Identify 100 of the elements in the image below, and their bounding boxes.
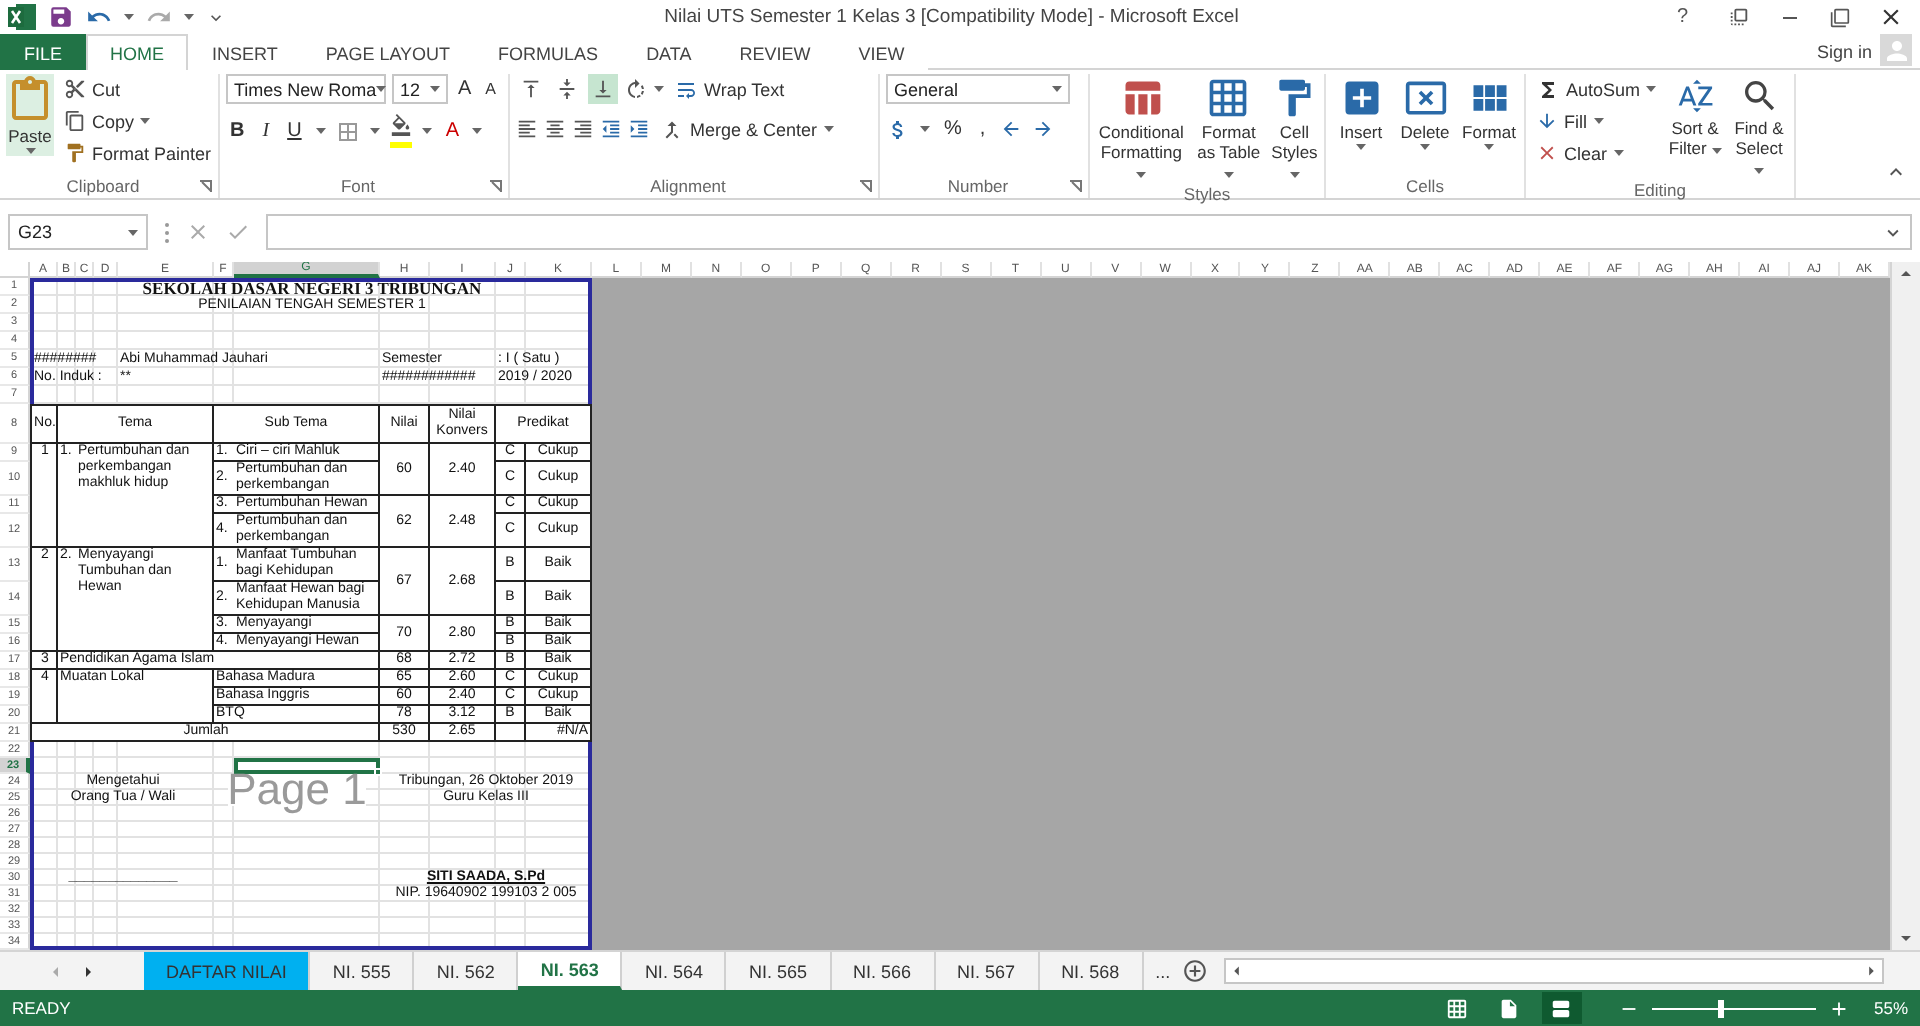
indent-increase-icon[interactable] <box>628 118 650 140</box>
group-label: Editing <box>1632 180 1688 200</box>
wrap-icon <box>674 77 698 101</box>
caret-icon <box>1711 148 1722 154</box>
cells-button[interactable]: Format <box>1460 74 1518 152</box>
number-format-dropdown[interactable]: General <box>886 74 1070 104</box>
search-icon <box>1739 76 1779 116</box>
group-label: Font <box>338 175 377 195</box>
right-arrow-icon[interactable] <box>1031 118 1054 140</box>
left-arrow-icon[interactable] <box>999 118 1022 140</box>
find-select-button[interactable]: Find & Select <box>1730 74 1788 180</box>
style-button[interactable]: Format as Table <box>1192 74 1265 184</box>
paste-button[interactable]: Paste <box>6 74 54 156</box>
caret-icon <box>421 128 432 134</box>
group-label: Clipboard <box>64 175 142 195</box>
indent-decrease-icon[interactable] <box>600 118 622 140</box>
scissors-icon <box>64 78 86 100</box>
sheet-tab[interactable]: NI. 563 <box>518 952 623 990</box>
underline-button[interactable]: U <box>283 116 306 146</box>
style-button[interactable]: Conditional Formatting <box>1096 74 1187 184</box>
align-right-icon[interactable] <box>572 118 594 140</box>
fill-handle[interactable] <box>374 768 382 776</box>
formula-input[interactable] <box>266 214 1912 250</box>
font-dropdown[interactable]: Times New Roma <box>226 74 386 104</box>
merge-icon <box>660 117 684 141</box>
sort-filter-button[interactable]: Sort & Filter <box>1666 74 1725 160</box>
sheet-title: SEKOLAH DASAR NEGERI 3 TRIBUNGAN <box>140 278 484 296</box>
x-box-icon <box>1403 76 1447 120</box>
dialog-launcher-icon[interactable] <box>860 179 872 191</box>
ribbon-display-icon[interactable] <box>1728 6 1750 28</box>
style-button[interactable]: Cell Styles <box>1270 74 1318 184</box>
wrap-text-button[interactable]: Wrap Text <box>670 74 789 104</box>
caret-icon <box>369 128 380 134</box>
rotate-icon[interactable] <box>624 77 648 101</box>
font-color-button[interactable]: A <box>441 116 463 146</box>
caret-icon <box>315 128 326 134</box>
help-button[interactable]: ? <box>1676 6 1688 28</box>
caret-icon <box>823 126 834 132</box>
zoom-level: 55% <box>1873 998 1908 1018</box>
clipboard-icon <box>6 76 54 124</box>
align-icon <box>592 78 614 100</box>
group-label: Number <box>945 175 1011 195</box>
cells-button[interactable]: Insert <box>1332 74 1390 152</box>
caret-icon <box>140 118 151 124</box>
caret-icon <box>1223 172 1234 178</box>
comma-button[interactable]: , <box>975 114 990 144</box>
x-icon <box>1536 142 1558 164</box>
caret-icon <box>1420 144 1430 150</box>
check-icon[interactable] <box>226 220 250 244</box>
caret-icon <box>654 86 664 92</box>
italic-button[interactable]: I <box>258 116 274 146</box>
save-icon[interactable] <box>48 4 74 30</box>
name-box[interactable]: G23 <box>8 214 148 250</box>
borders-icon[interactable] <box>335 119 360 143</box>
vertical-scrollbar[interactable] <box>1889 262 1920 950</box>
sign-in-link[interactable]: Sign in <box>1816 41 1872 61</box>
autosum-button[interactable]: AutoSum <box>1532 74 1661 104</box>
group-label: Cells <box>1404 175 1446 195</box>
ribbon-tab[interactable]: HOME <box>86 34 189 70</box>
font-size-dropdown[interactable]: 12 <box>392 74 448 104</box>
selected-cell[interactable] <box>234 758 380 774</box>
merge-center-button[interactable]: Merge & Center <box>656 114 838 144</box>
caret-icon <box>1484 144 1494 150</box>
zoom-in-icon[interactable] <box>1827 997 1850 1019</box>
add-sheet-icon[interactable] <box>1182 958 1209 984</box>
clear-button[interactable]: Clear <box>1532 138 1661 168</box>
align-center-icon[interactable] <box>544 118 566 140</box>
grid-icon <box>1446 997 1469 1019</box>
shrink-font-button[interactable]: A <box>481 74 501 104</box>
horizontal-scrollbar[interactable] <box>1224 958 1884 984</box>
copy-button[interactable]: Copy <box>60 106 216 136</box>
sigma-icon <box>1536 77 1560 101</box>
cut-button[interactable]: Cut <box>60 74 216 104</box>
paint-bucket-icon[interactable] <box>389 114 412 136</box>
close-icon[interactable] <box>1878 4 1904 30</box>
ribbon-tab[interactable]: FILE <box>0 34 87 70</box>
vertical-align-button[interactable] <box>588 74 618 104</box>
grow-font-button[interactable]: A <box>454 74 476 104</box>
fill-button[interactable]: Fill <box>1532 106 1661 136</box>
restore-icon[interactable] <box>1830 7 1850 27</box>
sheet-tab[interactable]: DAFTAR NILAI <box>144 952 311 990</box>
align-left-icon[interactable] <box>516 118 538 140</box>
caret-icon <box>1613 150 1624 156</box>
drag-handle-icon[interactable] <box>164 221 170 243</box>
page-icon <box>1498 997 1521 1019</box>
copy-icon <box>64 110 86 132</box>
zoom-thumb[interactable] <box>1717 999 1724 1017</box>
view-button[interactable] <box>1541 992 1582 1024</box>
caret-icon <box>1754 168 1764 174</box>
caret-icon <box>1136 172 1147 178</box>
dialog-launcher-icon[interactable] <box>1070 179 1082 191</box>
more-sheets-button[interactable]: ... <box>1143 961 1183 981</box>
cells-button[interactable]: Delete <box>1396 74 1454 152</box>
dialog-launcher-icon[interactable] <box>490 179 502 191</box>
caret-icon <box>184 14 194 20</box>
caret-icon <box>124 14 134 20</box>
dialog-launcher-icon[interactable] <box>200 179 212 191</box>
bold-button[interactable]: B <box>226 116 249 146</box>
percent-button[interactable]: % <box>940 114 966 144</box>
format-painter-button[interactable]: Format Painter <box>60 138 216 168</box>
